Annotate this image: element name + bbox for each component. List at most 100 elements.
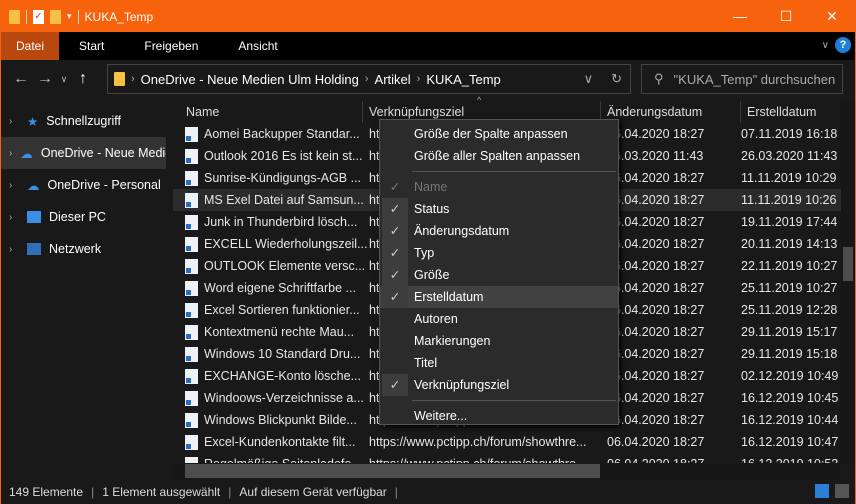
expand-arrow-icon[interactable]: › xyxy=(9,212,19,223)
checkmark-icon: ✓ xyxy=(382,374,408,396)
shortcut-file-icon xyxy=(185,280,198,296)
customize-quick-access-icon[interactable]: ▾ xyxy=(67,11,72,22)
shortcut-file-icon xyxy=(185,170,198,186)
back-button[interactable]: ← xyxy=(9,70,33,88)
address-bar[interactable]: › OneDrive - Neue Medien Ulm Holding › A… xyxy=(107,64,631,94)
navigation-pane: › ★ Schnellzugriff › ☁ OneDrive - Neue Medie… xyxy=(1,105,166,457)
refresh-icon[interactable]: ↻ xyxy=(611,71,622,87)
up-button[interactable]: ↑ xyxy=(71,70,95,88)
breadcrumb-onedrive[interactable]: OneDrive - Neue Medien Ulm Holding xyxy=(141,72,359,87)
menu-item-label: Größe xyxy=(414,268,450,282)
search-input[interactable]: ⚲ "KUKA_Temp" durchsuchen xyxy=(641,64,843,94)
breadcrumb-separator: › xyxy=(131,73,135,85)
shortcut-file-icon xyxy=(185,412,198,428)
tab-freigeben[interactable]: Freigeben xyxy=(124,32,218,60)
file-name: Junk in Thunderbird lösch... xyxy=(204,215,358,229)
column-header-created[interactable]: Erstelldatum xyxy=(741,101,841,123)
menu-item-column-toggle[interactable]: ✓ Größe xyxy=(380,264,618,286)
created-date: 25.11.2019 10:27 xyxy=(741,281,838,295)
large-icons-view-button[interactable] xyxy=(835,484,849,498)
expand-arrow-icon[interactable]: › xyxy=(9,244,19,255)
shortcut-file-icon xyxy=(185,192,198,208)
name-cell: Windows Blickpunkt Bilde... xyxy=(173,412,363,428)
selection-count: 1 Element ausgewählt xyxy=(102,485,221,499)
name-cell: Windoows-Verzeichnisse a... xyxy=(173,390,364,406)
expand-arrow-icon[interactable]: › xyxy=(9,180,19,191)
sidebar-item-schnellzugriff[interactable]: › ★ Schnellzugriff xyxy=(1,105,166,137)
file-row[interactable]: Excel-Kundenkontakte filt... https://www.… xyxy=(173,431,841,453)
address-dropdown-icon[interactable]: ∨ xyxy=(584,71,594,87)
modified-date: 06.04.2020 18:27 xyxy=(607,215,705,229)
maximize-button[interactable]: ☐ xyxy=(763,1,809,32)
file-name: Windows Blickpunkt Bilde... xyxy=(204,413,357,427)
file-name: OUTLOOK Elemente versc... xyxy=(204,259,366,273)
folder-icon xyxy=(114,72,125,86)
file-name: MS Exel Datei auf Samsun... xyxy=(204,193,364,207)
expand-arrow-icon[interactable]: › xyxy=(9,116,19,127)
properties-icon[interactable]: ✓ xyxy=(33,9,44,24)
sidebar-item-netzwerk[interactable]: › Netzwerk xyxy=(1,233,166,265)
details-view-button[interactable] xyxy=(815,484,829,498)
menu-item-column-toggle[interactable]: Titel xyxy=(380,352,618,374)
column-header-modified[interactable]: Änderungsdatum xyxy=(601,101,741,123)
expand-arrow-icon[interactable]: › xyxy=(9,148,12,159)
scrollbar-thumb[interactable] xyxy=(185,464,600,478)
forward-button[interactable]: → xyxy=(33,70,57,88)
menu-item-column-toggle[interactable]: ✓ Typ xyxy=(380,242,618,264)
help-icon[interactable]: ? xyxy=(835,37,851,53)
shortcut-file-icon xyxy=(185,214,198,230)
menu-check-slot xyxy=(382,145,408,167)
divider: | xyxy=(228,485,232,499)
expand-ribbon-icon[interactable]: ∨ xyxy=(822,40,829,51)
item-count: 149 Elemente xyxy=(9,485,84,499)
shortcut-file-icon xyxy=(185,324,198,340)
minimize-button[interactable]: — xyxy=(717,1,763,32)
menu-item-column-toggle[interactable]: ✓ Status xyxy=(380,198,618,220)
new-folder-icon[interactable] xyxy=(50,9,61,24)
sidebar-item-label: OneDrive - Neue Medien Ulm Holding xyxy=(40,146,166,160)
menu-item-size-all-columns[interactable]: Größe aller Spalten anpassen xyxy=(380,145,618,167)
menu-item-column-toggle[interactable]: Autoren xyxy=(380,308,618,330)
sidebar-item-onedrive-personal[interactable]: › ☁ OneDrive - Personal xyxy=(1,169,166,201)
checkmark-icon: ✓ xyxy=(389,180,401,194)
recent-locations-icon[interactable]: ∨ xyxy=(57,74,71,85)
modified-date: 06.04.2020 18:27 xyxy=(607,303,705,317)
menu-item-column-toggle[interactable]: Markierungen xyxy=(380,330,618,352)
tab-ansicht[interactable]: Ansicht xyxy=(218,32,297,60)
sidebar-item-label: Schnellzugriff xyxy=(46,114,122,128)
created-date: 16.12.2019 10:45 xyxy=(741,391,839,405)
search-icon: ⚲ xyxy=(654,71,664,86)
file-name: Word eigene Schriftfarbe ... xyxy=(204,281,356,295)
menu-item-column-toggle[interactable]: ✓ Erstelldatum xyxy=(380,286,618,308)
menu-item-column-toggle[interactable]: ✓ Verknüpfungsziel xyxy=(380,374,618,396)
cloud-icon: ☁ xyxy=(20,146,33,161)
menu-item-label: Markierungen xyxy=(414,334,491,348)
created-date: 26.03.2020 11:43 xyxy=(741,149,838,163)
breadcrumb-kuka-temp[interactable]: KUKA_Temp xyxy=(426,72,500,87)
scrollbar-thumb[interactable] xyxy=(843,247,853,281)
menu-check-slot xyxy=(382,405,408,427)
menu-item-more[interactable]: Weitere... xyxy=(380,405,618,427)
checkmark-icon xyxy=(382,352,408,374)
file-row[interactable]: Regelmäßige Seitenladefe...https://www.p… xyxy=(173,453,841,463)
breadcrumb-artikel[interactable]: Artikel xyxy=(375,72,411,87)
star-icon: ★ xyxy=(27,114,39,129)
menu-item-column-toggle[interactable]: ✓ Änderungsdatum xyxy=(380,220,618,242)
checkmark-icon: ✓ xyxy=(382,242,408,264)
vertical-scrollbar[interactable] xyxy=(841,101,855,463)
name-cell: Sunrise-Kündigungs-AGB ... xyxy=(173,170,363,186)
sidebar-item-onedrive-neue-medien[interactable]: › ☁ OneDrive - Neue Medien Ulm Holding xyxy=(1,137,166,169)
close-button[interactable]: ✕ xyxy=(809,1,855,32)
sidebar-item-dieser-pc[interactable]: › Dieser PC xyxy=(1,201,166,233)
tab-start[interactable]: Start xyxy=(59,32,124,60)
tab-datei[interactable]: Datei xyxy=(1,32,60,60)
menu-item-label: Status xyxy=(414,202,450,216)
menu-item-label: Verknüpfungsziel xyxy=(414,378,510,392)
column-header-name[interactable]: Name xyxy=(173,101,363,123)
name-cell: Excel Sortieren funktionier... xyxy=(173,302,363,318)
name-cell: Junk in Thunderbird lösch... xyxy=(173,214,363,230)
menu-item-size-column[interactable]: Größe der Spalte anpassen xyxy=(380,123,618,145)
checkmark-icon: ✓ xyxy=(382,286,408,308)
horizontal-scrollbar[interactable] xyxy=(173,463,841,479)
shortcut-file-icon xyxy=(185,346,198,362)
